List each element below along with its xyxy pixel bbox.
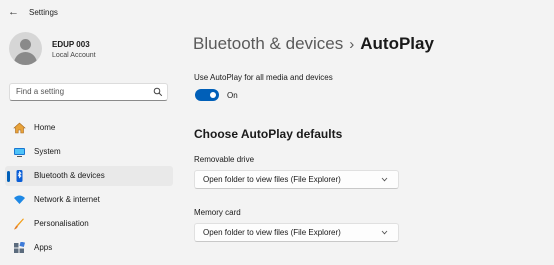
search-box[interactable]	[9, 83, 168, 101]
memory-card-dropdown[interactable]: Open folder to view files (File Explorer…	[194, 223, 399, 242]
avatar-head-shape	[20, 39, 31, 50]
sidebar-item-network-internet[interactable]: Network & internet	[5, 190, 173, 210]
search-input[interactable]	[16, 87, 146, 96]
bluetooth-icon	[16, 170, 23, 182]
sidebar-item-apps[interactable]: Apps	[5, 238, 173, 258]
sidebar-item-bluetooth-devices[interactable]: Bluetooth & devices	[5, 166, 173, 186]
sidebar-item-label: Apps	[34, 243, 53, 252]
sidebar-item-home[interactable]: Home	[5, 118, 173, 138]
app-title: Settings	[29, 8, 58, 17]
breadcrumb-separator: ›	[349, 36, 355, 53]
home-icon	[13, 122, 26, 134]
section-heading: Choose AutoPlay defaults	[194, 127, 343, 141]
sidebar-item-system[interactable]: System	[5, 142, 173, 162]
avatar[interactable]	[9, 32, 42, 65]
avatar-body-shape	[14, 52, 37, 65]
autoplay-toggle-label: Use AutoPlay for all media and devices	[194, 73, 333, 82]
sidebar-item-personalisation[interactable]: Personalisation	[5, 214, 173, 234]
user-name: EDUP 003	[52, 40, 90, 49]
dropdown-value: Open folder to view files (File Explorer…	[203, 228, 341, 237]
toggle-state-text: On	[227, 91, 238, 100]
dropdown-value: Open folder to view files (File Explorer…	[203, 175, 341, 184]
system-icon	[14, 148, 25, 157]
back-arrow-icon[interactable]: ←	[8, 6, 19, 18]
brush-icon	[14, 218, 24, 230]
removable-drive-dropdown[interactable]: Open folder to view files (File Explorer…	[194, 170, 399, 189]
page-title: Bluetooth & devices › AutoPlay	[193, 34, 434, 54]
removable-drive-label: Removable drive	[194, 155, 255, 164]
wifi-icon	[14, 195, 25, 204]
chevron-down-icon	[381, 230, 388, 235]
sidebar-item-label: Personalisation	[34, 219, 89, 228]
title-bar: ← Settings	[0, 0, 554, 26]
selection-indicator	[7, 171, 10, 182]
chevron-down-icon	[381, 177, 388, 182]
search-icon[interactable]	[153, 87, 163, 97]
memory-card-label: Memory card	[194, 208, 241, 217]
sidebar-item-label: Bluetooth & devices	[34, 171, 105, 180]
toggle-knob	[210, 92, 216, 98]
breadcrumb-current: AutoPlay	[360, 34, 434, 53]
sidebar-item-label: System	[34, 147, 61, 156]
user-account-type: Local Account	[52, 52, 96, 59]
breadcrumb-parent[interactable]: Bluetooth & devices	[193, 34, 343, 53]
autoplay-toggle[interactable]	[195, 89, 219, 101]
sidebar-item-label: Network & internet	[34, 195, 100, 204]
sidebar-item-label: Home	[34, 123, 56, 132]
apps-icon	[14, 242, 26, 253]
